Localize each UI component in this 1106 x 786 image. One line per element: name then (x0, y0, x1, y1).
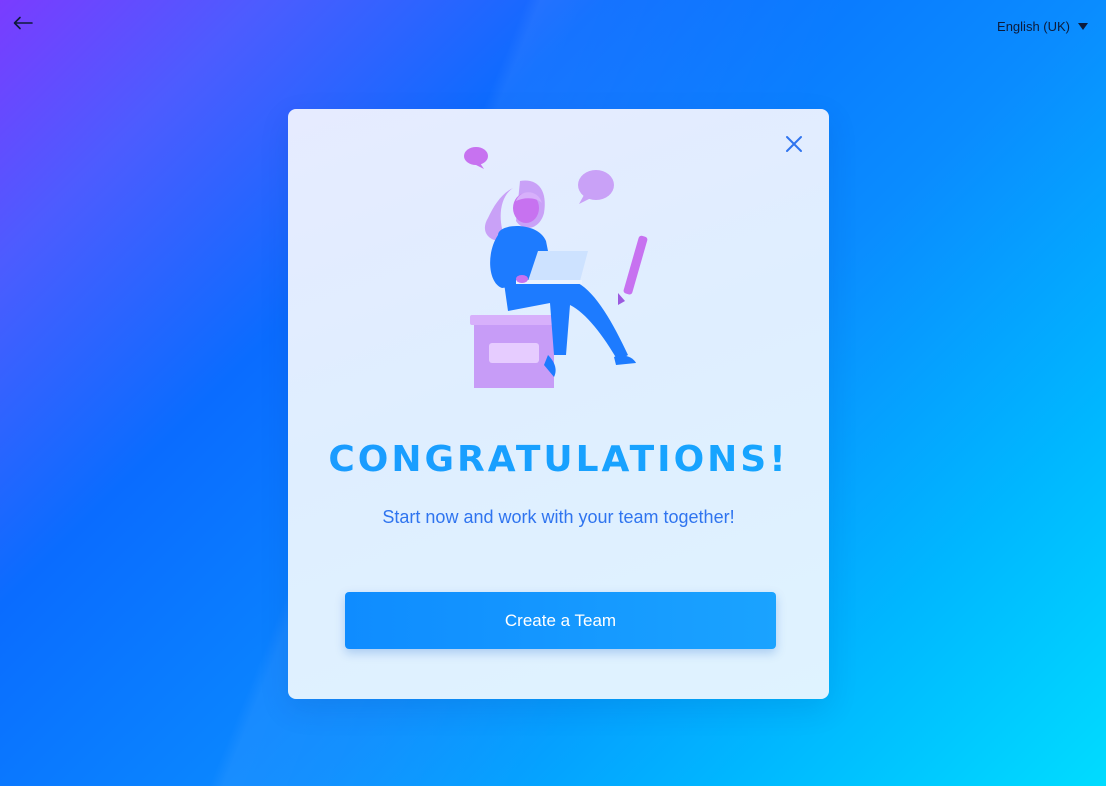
language-selector[interactable]: English (UK) (997, 19, 1088, 34)
speech-bubble-small-icon (464, 147, 488, 169)
back-button[interactable] (10, 12, 36, 34)
subtitle: Start now and work with your team togeth… (382, 507, 735, 527)
arrow-left-icon (13, 16, 33, 30)
congratulations-modal: CONGRATULATIONS! Start now and work with… (288, 109, 829, 699)
language-label: English (UK) (997, 19, 1070, 34)
pencil-icon (618, 235, 648, 305)
close-icon[interactable] (783, 133, 805, 155)
box-seat (470, 315, 558, 388)
speech-bubble-large-icon (578, 170, 614, 204)
congratulations-title: CONGRATULATIONS! (288, 439, 829, 480)
woman-with-laptop-illustration (464, 147, 648, 388)
caret-down-icon (1078, 23, 1088, 30)
create-team-button[interactable]: Create a Team (345, 592, 776, 649)
